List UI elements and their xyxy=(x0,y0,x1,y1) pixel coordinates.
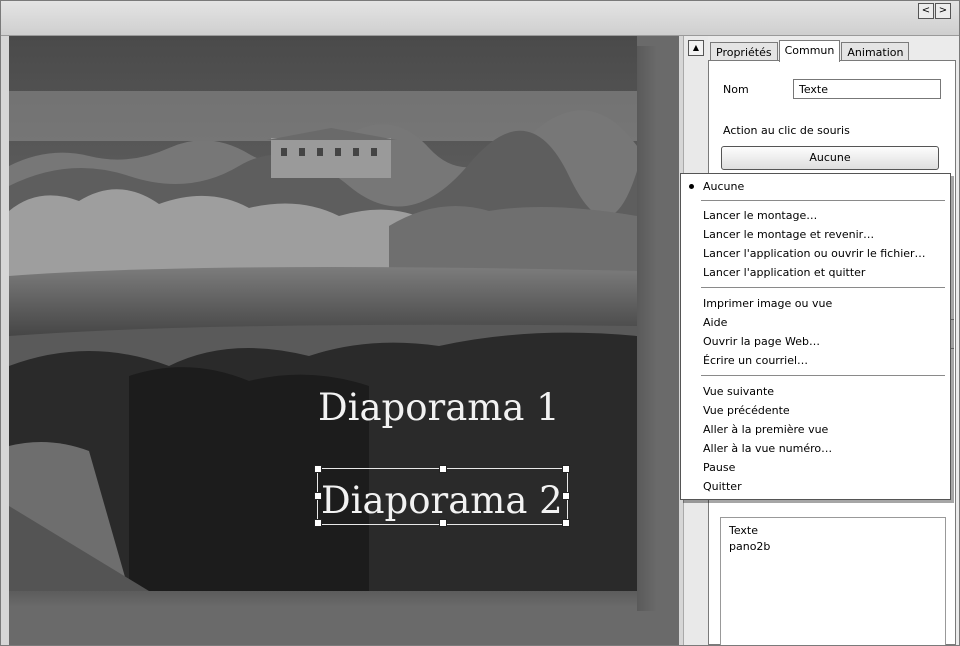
top-toolbar: < > xyxy=(1,1,959,36)
selected-bullet-icon xyxy=(689,184,694,189)
resize-handle-n[interactable] xyxy=(439,465,447,473)
photo-shadow-bottom xyxy=(9,591,637,607)
tab-commun[interactable]: Commun xyxy=(778,40,841,62)
menu-item-lancer-montage[interactable]: Lancer le montage… xyxy=(681,206,950,225)
menu-item-page-web[interactable]: Ouvrir la page Web… xyxy=(681,332,950,351)
resize-handle-w[interactable] xyxy=(314,492,322,500)
menu-item-imprimer[interactable]: Imprimer image ou vue xyxy=(681,294,950,313)
resize-handle-s[interactable] xyxy=(439,519,447,527)
selection-box[interactable] xyxy=(314,465,570,527)
menu-item-quitter[interactable]: Quitter xyxy=(681,477,950,496)
nav-buttons: < > xyxy=(917,3,951,19)
resize-handle-sw[interactable] xyxy=(314,519,322,527)
photo-shadow-right xyxy=(637,46,657,611)
list-item[interactable]: Texte xyxy=(729,524,758,537)
menu-separator xyxy=(701,200,945,201)
scroll-up-icon[interactable]: ▲ xyxy=(688,40,704,56)
tab-proprietes[interactable]: Propriétés xyxy=(710,42,778,62)
name-field[interactable]: Texte xyxy=(793,79,941,99)
action-label: Action au clic de souris xyxy=(723,124,850,137)
name-label: Nom xyxy=(723,83,749,96)
menu-separator xyxy=(701,375,945,376)
menu-item-lancer-montage-revenir[interactable]: Lancer le montage et revenir… xyxy=(681,225,950,244)
resize-handle-se[interactable] xyxy=(562,519,570,527)
action-menu: Aucune Lancer le montage… Lancer le mont… xyxy=(680,173,951,500)
menu-item-courriel[interactable]: Écrire un courriel… xyxy=(681,351,950,370)
menu-item-vue-precedente[interactable]: Vue précédente xyxy=(681,401,950,420)
app-window: < > Diaporama 1 Diaporama 2 ▲ Propriétés… xyxy=(0,0,960,646)
slide-title-1[interactable]: Diaporama 1 xyxy=(318,386,560,429)
list-item[interactable]: pano2b xyxy=(729,540,770,553)
menu-item-pause[interactable]: Pause xyxy=(681,458,950,477)
object-list[interactable]: Texte pano2b xyxy=(720,517,946,645)
slide-stage[interactable]: Diaporama 1 Diaporama 2 xyxy=(9,36,679,645)
menu-item-premiere-vue[interactable]: Aller à la première vue xyxy=(681,420,950,439)
resize-handle-ne[interactable] xyxy=(562,465,570,473)
resize-handle-e[interactable] xyxy=(562,492,570,500)
action-dropdown-button[interactable]: Aucune xyxy=(721,146,939,170)
menu-separator xyxy=(701,287,945,288)
nav-next-button[interactable]: > xyxy=(935,3,951,19)
panel-tabs: Propriétés Commun Animation xyxy=(710,40,910,62)
menu-item-vue-suivante[interactable]: Vue suivante xyxy=(681,382,950,401)
menu-item-lancer-application[interactable]: Lancer l'application ou ouvrir le fichie… xyxy=(681,244,950,263)
menu-item-aucune[interactable]: Aucune xyxy=(681,177,950,196)
menu-item-lancer-application-quitter[interactable]: Lancer l'application et quitter xyxy=(681,263,950,282)
nav-prev-button[interactable]: < xyxy=(918,3,934,19)
menu-item-vue-numero[interactable]: Aller à la vue numéro… xyxy=(681,439,950,458)
menu-item-aide[interactable]: Aide xyxy=(681,313,950,332)
resize-handle-nw[interactable] xyxy=(314,465,322,473)
tab-animation[interactable]: Animation xyxy=(841,42,910,62)
